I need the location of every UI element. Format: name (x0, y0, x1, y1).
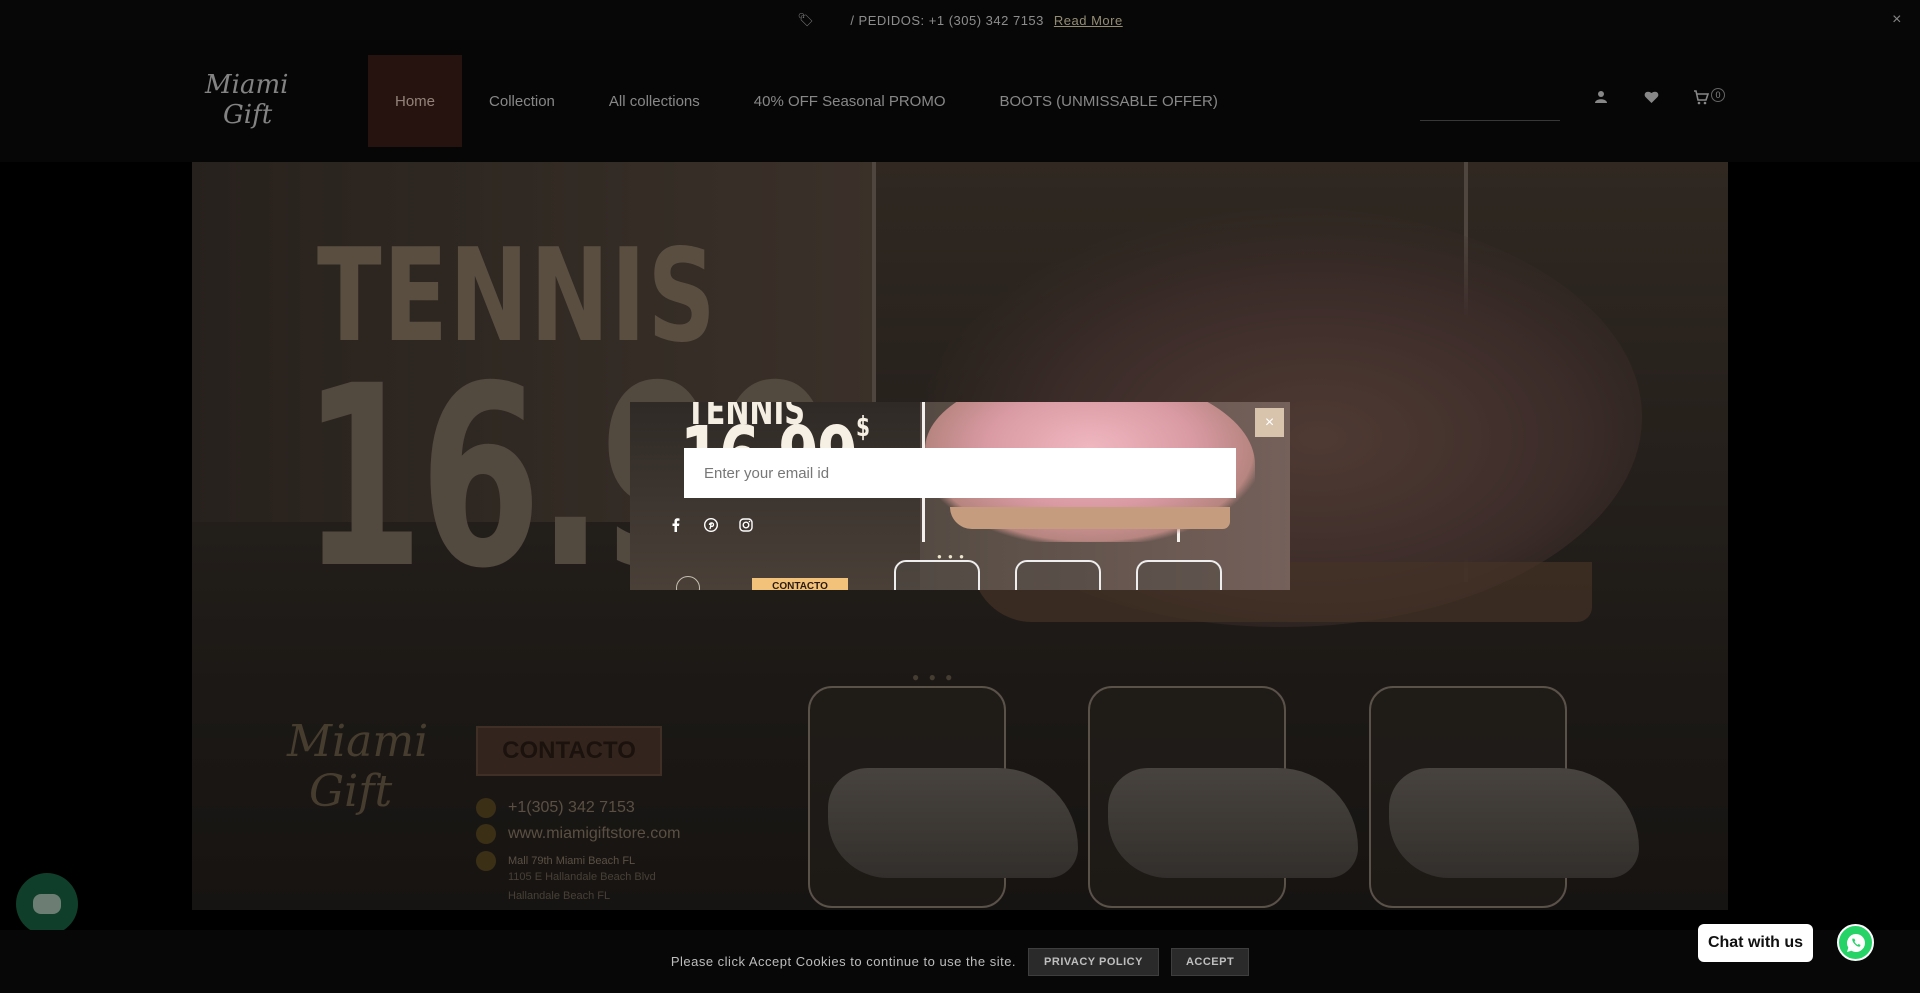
cookie-consent-bar: Please click Accept Cookies to continue … (0, 930, 1920, 993)
chat-with-us-button[interactable]: Chat with us (1698, 924, 1813, 962)
popup-product-card (1015, 560, 1101, 590)
pinterest-icon[interactable] (693, 518, 728, 532)
whatsapp-button[interactable] (1837, 924, 1874, 961)
popup-product-card (1136, 560, 1222, 590)
social-links (658, 518, 763, 532)
whatsapp-icon (1846, 933, 1865, 952)
chat-widget-button[interactable] (16, 873, 78, 935)
facebook-icon[interactable] (658, 518, 693, 532)
popup-currency: $ (855, 410, 870, 443)
popup-contact-badge: CONTACTO (752, 578, 848, 590)
close-icon: × (1264, 413, 1275, 431)
newsletter-popup: TENNIS 16.99$ × CONTACTO ● ● ● (630, 402, 1290, 590)
cookie-message: Please click Accept Cookies to continue … (670, 954, 1017, 969)
popup-product-card (894, 560, 980, 590)
popup-close-button[interactable]: × (1255, 408, 1284, 437)
accept-cookies-button[interactable]: ACCEPT (1170, 947, 1250, 976)
email-field[interactable] (684, 448, 1236, 498)
popup-shoe-sole (950, 507, 1230, 529)
instagram-icon[interactable] (728, 518, 763, 532)
privacy-policy-button[interactable]: PRIVACY POLICY (1028, 947, 1159, 976)
chat-bubble-icon (33, 894, 61, 914)
